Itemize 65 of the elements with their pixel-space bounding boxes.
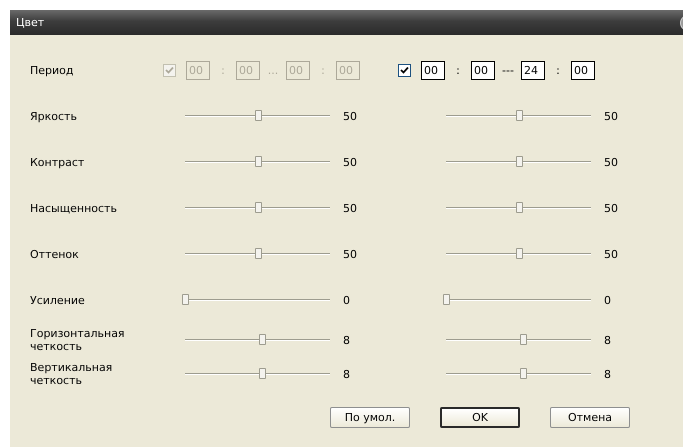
- time-field[interactable]: 24: [521, 60, 545, 80]
- slider-value: 50: [342, 110, 358, 122]
- slider-thumb[interactable]: [254, 110, 262, 121]
- checkbox[interactable]: [398, 64, 411, 76]
- slider-value: 8: [603, 334, 612, 346]
- time-separator: ...: [266, 64, 280, 76]
- time-field[interactable]: 00: [421, 60, 445, 80]
- slider[interactable]: [446, 202, 591, 214]
- time-field[interactable]: 00: [471, 60, 495, 80]
- slider-thumb[interactable]: [443, 294, 450, 305]
- slider-value: 50: [603, 156, 619, 168]
- slider-value: 8: [342, 368, 351, 380]
- dialog-button[interactable]: По умол.: [330, 407, 410, 428]
- time-separator: :: [320, 64, 326, 76]
- time-separator: :: [455, 64, 461, 76]
- slider[interactable]: [185, 294, 330, 306]
- slider[interactable]: [446, 368, 591, 380]
- dialog-button[interactable]: OK: [440, 407, 520, 428]
- slider[interactable]: [185, 368, 330, 380]
- setting-label: Насыщенность: [30, 202, 118, 214]
- setting-label: Горизонтальная четкость: [30, 327, 126, 353]
- slider[interactable]: [185, 334, 330, 346]
- slider-thumb[interactable]: [520, 334, 527, 345]
- period-label: Период: [30, 64, 75, 76]
- slider-value: 8: [603, 368, 612, 380]
- dialog-button[interactable]: Отмена: [550, 407, 630, 428]
- slider-value: 50: [342, 156, 358, 168]
- slider[interactable]: [185, 110, 330, 122]
- slider-thumb[interactable]: [258, 368, 266, 379]
- slider-thumb[interactable]: [254, 248, 262, 259]
- slider-value: 8: [342, 334, 351, 346]
- slider-value: 50: [603, 202, 619, 214]
- slider-thumb[interactable]: [516, 202, 522, 213]
- time-separator: :: [220, 64, 226, 76]
- slider[interactable]: [446, 334, 591, 346]
- slider-value: 0: [342, 294, 351, 306]
- slider-thumb[interactable]: [516, 156, 522, 167]
- time-separator: :: [555, 64, 561, 76]
- time-separator: ---: [501, 64, 515, 76]
- slider-thumb[interactable]: [516, 110, 522, 121]
- slider-value: 50: [342, 202, 358, 214]
- slider-value: 50: [603, 248, 619, 260]
- window-title: Цвет: [16, 16, 44, 29]
- setting-label: Яркость: [30, 110, 78, 122]
- slider[interactable]: [185, 156, 330, 168]
- slider-value: 0: [603, 294, 612, 306]
- setting-label: Вертикальная четкость: [30, 361, 114, 387]
- slider[interactable]: [185, 202, 330, 214]
- slider-thumb[interactable]: [516, 248, 522, 259]
- setting-label: Усиление: [30, 294, 86, 306]
- slider[interactable]: [446, 110, 591, 122]
- setting-label: Оттенок: [30, 248, 80, 260]
- slider[interactable]: [446, 156, 591, 168]
- slider[interactable]: [185, 248, 330, 260]
- slider-thumb[interactable]: [254, 156, 262, 167]
- slider-value: 50: [342, 248, 358, 260]
- slider-thumb[interactable]: [254, 202, 262, 213]
- slider-thumb[interactable]: [182, 294, 189, 305]
- slider-thumb[interactable]: [520, 368, 527, 379]
- slider[interactable]: [446, 248, 591, 260]
- slider-value: 50: [603, 110, 619, 122]
- slider[interactable]: [446, 294, 591, 306]
- time-field[interactable]: 00: [571, 60, 595, 80]
- slider-thumb[interactable]: [258, 334, 266, 345]
- setting-label: Контраст: [30, 156, 86, 168]
